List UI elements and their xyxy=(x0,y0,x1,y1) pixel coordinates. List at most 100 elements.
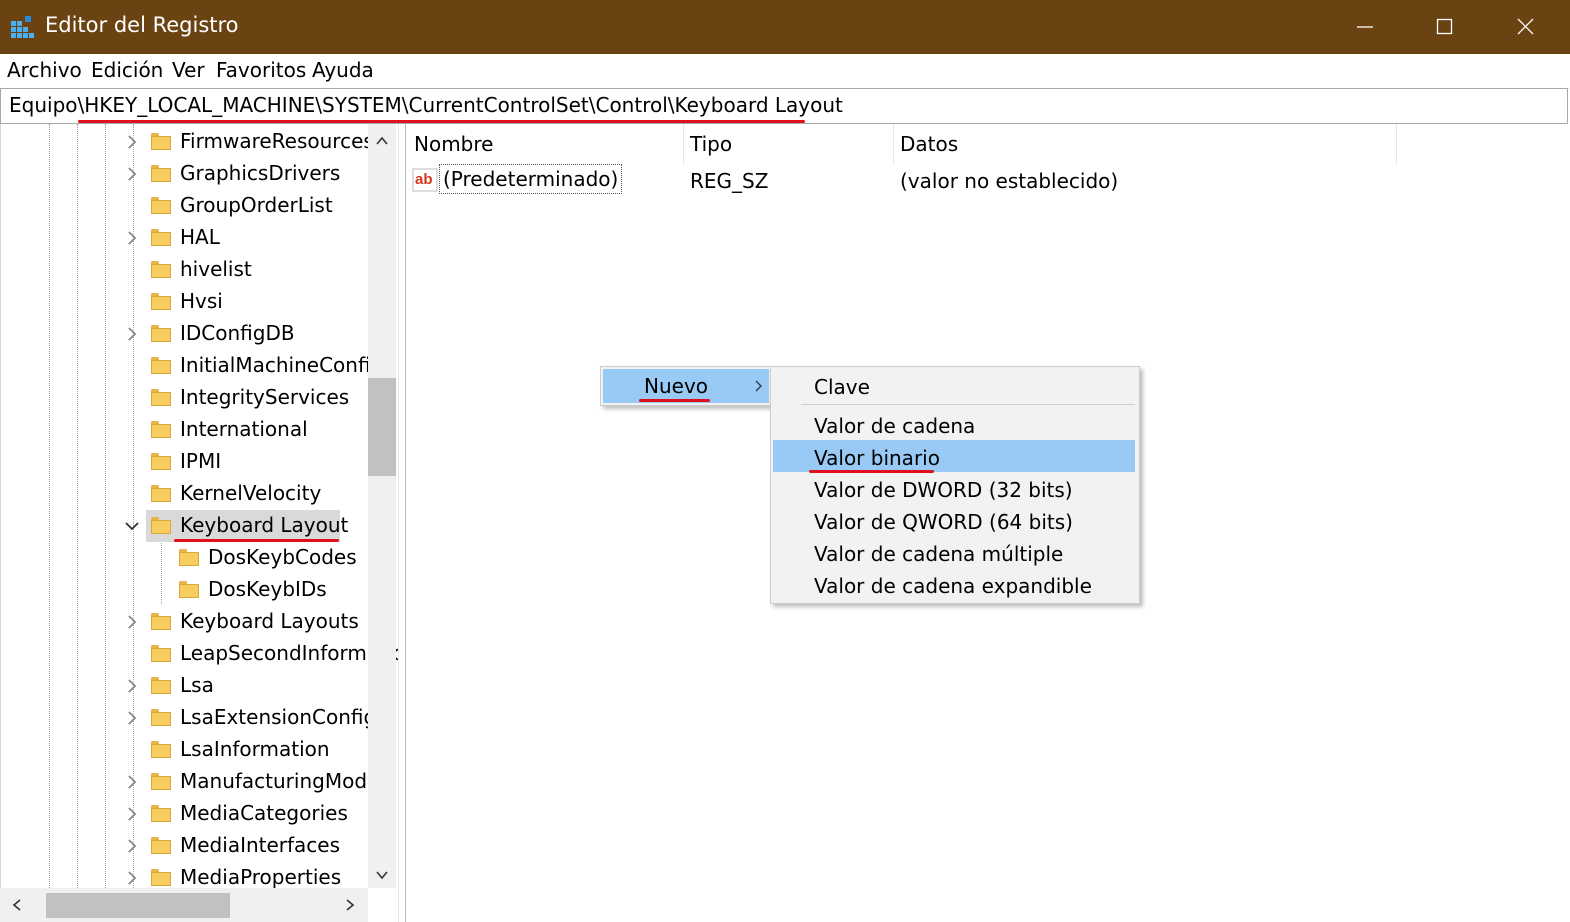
tree-item-label: ManufacturingMode xyxy=(180,769,380,793)
address-bar[interactable]: Equipo\HKEY_LOCAL_MACHINE\SYSTEM\Current… xyxy=(0,88,1568,124)
menu-item-valor-cadena[interactable]: Valor de cadena xyxy=(814,414,975,438)
folder-icon xyxy=(151,869,171,886)
folder-icon xyxy=(151,453,171,470)
menu-item-valor-dword[interactable]: Valor de DWORD (32 bits) xyxy=(814,478,1073,502)
column-header-nombre[interactable]: Nombre xyxy=(414,132,493,156)
menu-ver[interactable]: Ver xyxy=(172,58,205,82)
menu-bar: Archivo Edición Ver Favoritos Ayuda xyxy=(0,54,1570,89)
title-bar: Editor del Registro xyxy=(0,0,1570,54)
address-underline-annotation xyxy=(78,120,805,123)
menu-item-valor-binario[interactable]: Valor binario xyxy=(814,446,940,470)
minimize-button[interactable] xyxy=(1325,0,1405,54)
folder-icon xyxy=(151,229,171,246)
menu-archivo[interactable]: Archivo xyxy=(7,58,82,82)
expand-chevron-icon[interactable] xyxy=(123,677,141,695)
menu-item-valor-qword[interactable]: Valor de QWORD (64 bits) xyxy=(814,510,1073,534)
tree-item-label: IPMI xyxy=(180,449,222,473)
tree-item[interactable]: MediaCategories xyxy=(1,798,369,830)
tree-item[interactable]: LsaInformation xyxy=(1,734,369,766)
scroll-up-icon[interactable] xyxy=(375,134,389,148)
tree-item[interactable]: InitialMachineConfig xyxy=(1,350,383,382)
svg-text:ab: ab xyxy=(415,171,433,188)
tree-vertical-scrollbar[interactable] xyxy=(368,124,396,888)
expand-chevron-icon[interactable] xyxy=(123,229,141,247)
folder-icon xyxy=(179,581,199,598)
folder-icon xyxy=(151,197,171,214)
expand-chevron-icon[interactable] xyxy=(123,165,141,183)
scrollbar-thumb[interactable] xyxy=(46,893,230,918)
address-path: Equipo\HKEY_LOCAL_MACHINE\SYSTEM\Current… xyxy=(9,93,843,117)
expand-chevron-icon[interactable] xyxy=(123,613,141,631)
tree-item[interactable]: MediaInterfaces xyxy=(1,830,369,862)
collapse-chevron-icon[interactable] xyxy=(123,517,141,535)
scroll-down-icon[interactable] xyxy=(375,868,389,882)
tree-item[interactable]: GroupOrderList xyxy=(1,190,369,222)
folder-icon xyxy=(151,613,171,630)
minimize-icon xyxy=(1357,26,1373,28)
tree-item-label: MediaProperties xyxy=(180,865,342,889)
menu-item-valor-cadena-multiple[interactable]: Valor de cadena múltiple xyxy=(814,542,1063,566)
close-button[interactable] xyxy=(1486,0,1566,54)
folder-icon xyxy=(151,741,171,758)
tree-item[interactable]: HAL xyxy=(1,222,369,254)
column-separator[interactable] xyxy=(1396,124,1397,164)
tree-item[interactable]: Keyboard Layout xyxy=(1,510,369,542)
tree-item-label: MediaInterfaces xyxy=(180,833,341,857)
pane-splitter[interactable] xyxy=(398,124,406,922)
value-data: (valor no establecido) xyxy=(900,169,1119,193)
tree-item-label: KernelVelocity xyxy=(180,481,322,505)
expand-chevron-icon[interactable] xyxy=(123,773,141,791)
folder-icon xyxy=(151,261,171,278)
tree-item[interactable]: LeapSecondInformation xyxy=(1,638,399,670)
tree-item[interactable]: DosKeybIDs xyxy=(1,574,369,606)
tree-item[interactable]: DosKeybCodes xyxy=(1,542,369,574)
folder-icon xyxy=(151,677,171,694)
expand-chevron-icon[interactable] xyxy=(123,837,141,855)
tree-item-label: GraphicsDrivers xyxy=(180,161,341,185)
tree-item[interactable]: IPMI xyxy=(1,446,369,478)
menu-ayuda[interactable]: Ayuda xyxy=(312,58,374,82)
menu-item-nuevo[interactable]: Nuevo xyxy=(644,374,708,398)
menu-edicion[interactable]: Edición xyxy=(91,58,163,82)
menu-favoritos[interactable]: Favoritos xyxy=(216,58,306,82)
column-separator[interactable] xyxy=(683,124,684,164)
expand-chevron-icon[interactable] xyxy=(123,325,141,343)
tree-item[interactable]: IntegrityServices xyxy=(1,382,369,414)
menu-item-clave[interactable]: Clave xyxy=(814,375,870,399)
column-header-datos[interactable]: Datos xyxy=(900,132,958,156)
column-separator[interactable] xyxy=(893,124,894,164)
tree-item[interactable]: IDConfigDB xyxy=(1,318,369,350)
tree-item[interactable]: LsaExtensionConfig xyxy=(1,702,376,734)
maximize-button[interactable] xyxy=(1405,0,1485,54)
tree-item-label: DosKeybCodes xyxy=(208,545,357,569)
tree-item[interactable]: GraphicsDrivers xyxy=(1,158,369,190)
tree-item[interactable]: Hvsi xyxy=(1,286,369,318)
tree-item-label: MediaCategories xyxy=(180,801,348,825)
tree-item[interactable]: Keyboard Layouts xyxy=(1,606,369,638)
tree-item-label: Hvsi xyxy=(180,289,223,313)
scrollbar-thumb[interactable] xyxy=(368,378,396,476)
tree-horizontal-scrollbar[interactable] xyxy=(0,888,368,922)
tree-item[interactable]: ManufacturingMode xyxy=(1,766,379,798)
scroll-right-icon[interactable] xyxy=(343,898,357,912)
tree-item[interactable]: Lsa xyxy=(1,670,369,702)
tree-item-label: LeapSecondInformation xyxy=(180,641,399,665)
tree-item[interactable]: International xyxy=(1,414,369,446)
menu-item-valor-cadena-expandible[interactable]: Valor de cadena expandible xyxy=(814,574,1092,598)
column-header-tipo[interactable]: Tipo xyxy=(690,132,732,156)
tree-item-label: DosKeybIDs xyxy=(208,577,327,601)
expand-chevron-icon[interactable] xyxy=(123,805,141,823)
folder-icon xyxy=(151,293,171,310)
tree-item-label: LsaExtensionConfig xyxy=(180,705,377,729)
tree-item[interactable]: FirmwareResources xyxy=(1,126,374,158)
menu-separator xyxy=(801,404,1135,405)
tree-item[interactable]: KernelVelocity xyxy=(1,478,369,510)
folder-icon xyxy=(151,421,171,438)
expand-chevron-icon[interactable] xyxy=(123,133,141,151)
tree-item[interactable]: hivelist xyxy=(1,254,369,286)
scroll-left-icon[interactable] xyxy=(10,898,24,912)
expand-chevron-icon[interactable] xyxy=(123,869,141,887)
expand-chevron-icon[interactable] xyxy=(123,709,141,727)
folder-icon xyxy=(151,517,171,534)
folder-icon xyxy=(151,357,171,374)
